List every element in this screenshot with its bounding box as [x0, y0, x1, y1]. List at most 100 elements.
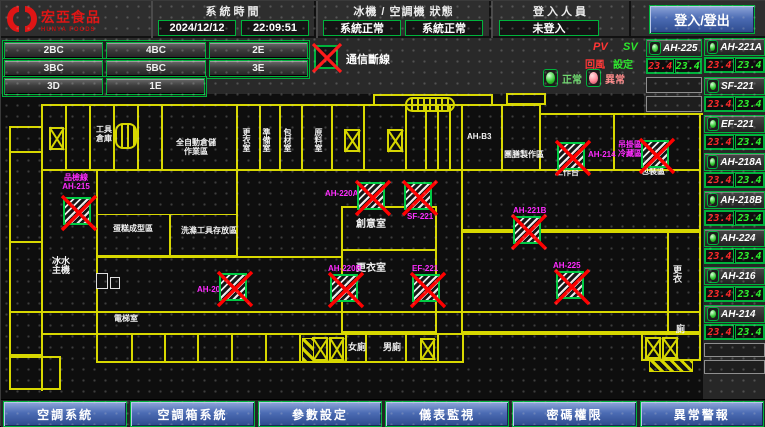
sv-value[interactable]: 23.4	[735, 325, 764, 339]
hatched-area	[302, 338, 314, 362]
comm-fail-icon[interactable]	[513, 216, 541, 244]
menu-hvac-system[interactable]: 空調系統	[3, 401, 127, 427]
unit-sf-221[interactable]: SF-221	[704, 77, 765, 95]
login-logout-button[interactable]: 登入/登出	[649, 5, 755, 34]
unit-ah-225[interactable]: AH-225	[646, 39, 702, 57]
unit-ah-216[interactable]: AH-216	[704, 267, 765, 285]
unit-block-sf-221: SF-221 23.423.4	[704, 77, 765, 112]
room-label: 原料室	[314, 128, 323, 166]
floor-nav-row-3: 3D 1E	[2, 76, 207, 97]
unit-name: AH-224	[721, 233, 755, 244]
floor-button-2bc[interactable]: 2BC	[4, 42, 103, 59]
comm-fail-icon[interactable]	[219, 273, 247, 301]
status-lamp-icon	[707, 231, 719, 245]
wall	[501, 105, 503, 169]
sv-value[interactable]: 23.4	[735, 287, 764, 301]
wall	[9, 151, 43, 153]
comm-fail-icon[interactable]	[557, 142, 585, 170]
wall	[265, 334, 267, 362]
room-label: 工具 倉庫	[97, 125, 111, 143]
comm-fail-legend-label: 通信斷線	[346, 51, 390, 67]
empty-slot	[704, 360, 765, 374]
sv-header: SV	[623, 41, 638, 53]
legend-abnormal: 異常	[586, 69, 625, 87]
menu-password-auth[interactable]: 密碼權限	[512, 401, 636, 427]
unit-name: AH-216	[721, 271, 755, 282]
floor-button-3d[interactable]: 3D	[4, 78, 103, 95]
wall	[164, 334, 166, 362]
comm-fail-icon[interactable]	[357, 182, 385, 210]
menu-alarm[interactable]: 異常警報	[640, 401, 764, 427]
empty-slot	[646, 96, 702, 112]
room-label: 更衣	[672, 265, 681, 287]
unit-block-ah-218b: AH-218B 23.423.4	[704, 191, 765, 226]
wall	[96, 214, 238, 256]
pv-value: 23.4	[705, 58, 734, 72]
floor-button-3e[interactable]: 3E	[209, 60, 308, 77]
sv-value[interactable]: 23.4	[735, 249, 764, 263]
wall	[301, 105, 303, 169]
comm-fail-icon[interactable]	[63, 197, 91, 225]
empty-slot	[646, 77, 702, 93]
empty-slot	[704, 343, 765, 357]
pv-value: 23.4	[705, 97, 734, 111]
floor-button-3bc[interactable]: 3BC	[4, 60, 103, 77]
floor-button-1e[interactable]: 1E	[106, 78, 205, 95]
wall	[506, 93, 546, 105]
wall	[231, 334, 233, 362]
unit-ah-218a[interactable]: AH-218A	[704, 153, 765, 171]
system-time-label: 系統時間	[153, 3, 314, 19]
sv-value[interactable]: 23.4	[735, 97, 764, 111]
wall	[279, 105, 281, 169]
menu-meter-monitor[interactable]: 儀表監視	[385, 401, 509, 427]
comm-fail-icon[interactable]	[641, 140, 669, 168]
wall	[137, 105, 139, 169]
sv-value[interactable]: 23.4	[735, 135, 764, 149]
room-label: 女廁	[348, 343, 366, 352]
wall	[236, 105, 238, 169]
elevator-shaft-icon	[645, 337, 661, 359]
unit-block-ah-221a: AH-221A 23.423.4	[704, 38, 765, 73]
status-lamp-icon	[707, 117, 719, 131]
wall	[461, 169, 701, 231]
status-lamp-icon	[707, 193, 718, 207]
sv-value[interactable]: 23.4	[735, 173, 764, 187]
system-clock-value: 22:09:51	[241, 20, 309, 36]
unit-ah-218b[interactable]: AH-218B	[704, 191, 765, 209]
room-label: 男廁	[383, 343, 401, 352]
unit-block-ah-216: AH-216 23.423.4	[704, 267, 765, 302]
comm-fail-icon[interactable]	[330, 274, 358, 302]
wall	[89, 105, 91, 169]
normal-lamp-icon	[543, 69, 558, 87]
equipment-label: AH-214	[588, 150, 616, 159]
unit-ah-224[interactable]: AH-224	[704, 229, 765, 247]
pv-value: 23.4	[705, 135, 734, 149]
elevator-shaft-icon	[420, 338, 435, 360]
pv-value: 23.4	[705, 211, 734, 225]
comm-fail-icon[interactable]	[404, 182, 432, 210]
floor-button-4bc[interactable]: 4BC	[106, 42, 205, 59]
floor-button-2e[interactable]: 2E	[209, 42, 308, 59]
comm-fail-icon[interactable]	[556, 271, 584, 299]
wall	[449, 105, 451, 169]
status-lamp-icon	[707, 269, 719, 283]
pv-value: 23.4	[705, 249, 734, 263]
unit-ef-221[interactable]: EF-221	[704, 115, 765, 133]
unit-ah-221a[interactable]: AH-221A	[704, 38, 765, 56]
sv-value[interactable]: 23.4	[735, 211, 764, 225]
wall	[331, 105, 333, 169]
room-label: 團膳製作區	[504, 150, 544, 159]
menu-parameter-settings[interactable]: 參數設定	[258, 401, 382, 427]
sv-value[interactable]: 23.4	[675, 59, 702, 73]
stairs-icon	[115, 123, 137, 149]
unit-name: AH-218B	[720, 195, 762, 206]
equipment-label: AH-220A	[325, 189, 358, 198]
room-label: 包材室	[283, 128, 292, 166]
sv-value[interactable]: 23.4	[735, 58, 764, 72]
floor-button-5bc[interactable]: 5BC	[106, 60, 205, 77]
wall	[65, 105, 67, 169]
comm-fail-icon[interactable]	[412, 274, 440, 302]
menu-ahu-system[interactable]: 空調箱系統	[130, 401, 254, 427]
unit-ah-214[interactable]: AH-214	[704, 305, 765, 323]
pv-value: 23.4	[705, 173, 734, 187]
